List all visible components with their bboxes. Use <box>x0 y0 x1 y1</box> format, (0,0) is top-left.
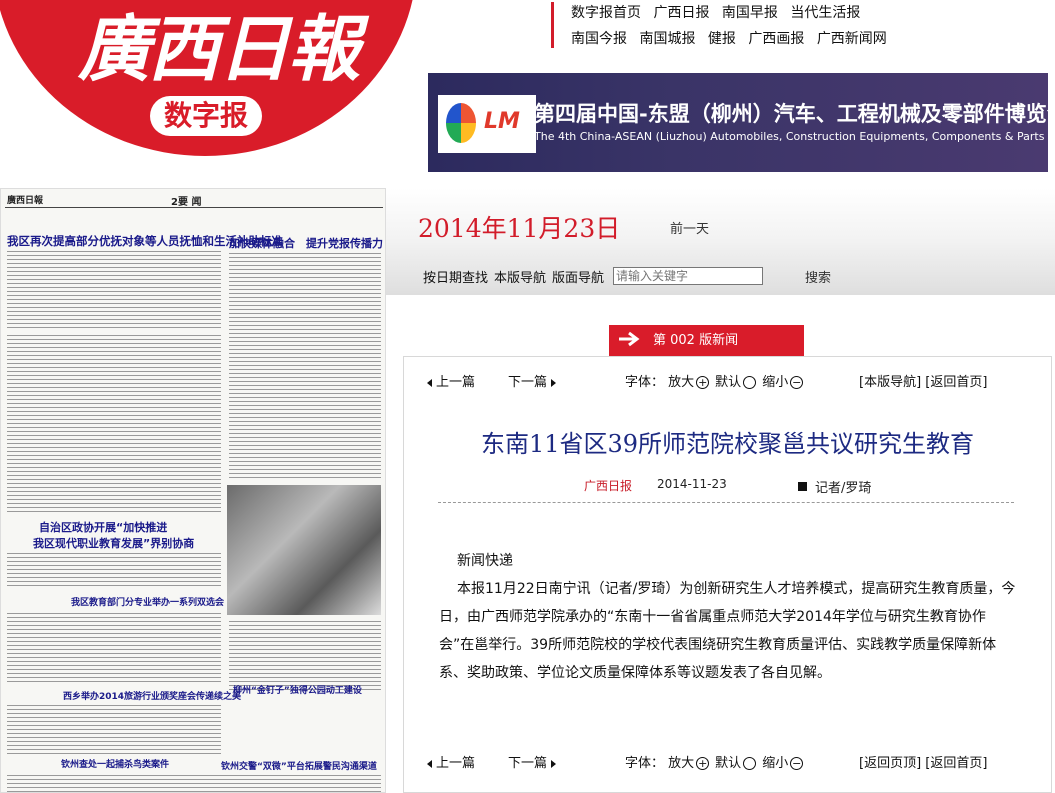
keyword-search-input[interactable] <box>613 267 763 285</box>
thumb-text-block <box>229 253 381 479</box>
font-smaller-label: 缩小 <box>762 375 789 390</box>
article-date: 2014-11-23 <box>657 477 727 491</box>
issue-date: 2014年11月23日 <box>418 214 621 243</box>
top-links-row-2: 南国今报 南国城报 健报 广西画报 广西新闻网 <box>571 26 1041 52</box>
font-default-radio[interactable] <box>743 376 757 389</box>
font-size-controls: 字体： 放大 + 默认 缩小 − <box>625 752 809 771</box>
font-default-label: 默认 <box>715 756 742 771</box>
page-top-return-links[interactable]: [返回页顶] [返回首页] <box>859 752 987 771</box>
font-size-controls: 字体： 放大 + 默认 缩小 − <box>625 371 809 390</box>
thumb-headline[interactable]: 钦州交警“双微”平台拓展警民沟通渠道 <box>221 759 377 772</box>
arrow-right-icon <box>619 331 640 347</box>
link-nanguo-morning[interactable]: 南国早报 <box>722 5 778 21</box>
font-smaller-label: 缩小 <box>762 756 789 771</box>
expo-banner[interactable]: LM 第四届中国-东盟（柳州）汽车、工程机械及零部件博览会 The 4th Ch… <box>428 73 1048 172</box>
section-label: 第 002 版新闻 <box>653 333 739 348</box>
article-author: 记者/罗琦 <box>798 477 871 496</box>
search-button[interactable]: 搜索 <box>805 267 831 286</box>
expo-logo-text: LM <box>484 109 520 134</box>
article-kicker: 新闻快递 <box>457 553 513 569</box>
page-nav-return-links[interactable]: [本版导航] [返回首页] <box>859 371 987 390</box>
square-bullet-icon <box>798 482 807 491</box>
triangle-right-icon <box>551 759 557 768</box>
link-nanguo-city[interactable]: 南国城报 <box>639 31 695 47</box>
font-smaller-radio[interactable]: − <box>790 757 804 770</box>
link-health-news[interactable]: 健报 <box>708 31 736 47</box>
article-title: 东南11省区39所师范院校聚邕共议研究生教育 <box>480 430 975 458</box>
thumb-headline[interactable]: 钦州查处一起捕杀鸟类案件 <box>61 757 169 770</box>
expo-emblem-icon <box>446 103 476 143</box>
search-by-date-link[interactable]: 按日期查找 <box>423 271 488 286</box>
font-smaller-radio[interactable]: − <box>790 376 804 389</box>
prev-article-link[interactable]: 上一篇 <box>427 371 475 390</box>
thumb-page-number: 2要 闻 <box>171 197 202 208</box>
top-links-row-1: 数字报首页 广西日报 南国早报 当代生活报 <box>571 0 1041 26</box>
font-default-label: 默认 <box>715 375 742 390</box>
font-bigger-label: 放大 <box>668 756 695 771</box>
next-article-link[interactable]: 下一篇 <box>508 371 557 390</box>
thumb-rule <box>5 207 383 208</box>
next-article-link[interactable]: 下一篇 <box>508 752 557 771</box>
logo-title: 廣西日報 <box>78 6 360 91</box>
thumb-text-block <box>7 335 221 513</box>
nav-links: 按日期查找 本版导航 版面导航 <box>423 267 610 286</box>
logo-subtitle: 数字报 <box>150 96 262 136</box>
article-body: 新闻快递 本报11月22日南宁讯（记者/罗琦）为创新研究生人才培养模式，提高研究… <box>439 547 1019 687</box>
thumb-headline[interactable]: 西乡举办2014旅游行业颁奖座会传递续之美 <box>63 689 241 702</box>
section-tab: 第 002 版新闻 <box>609 325 804 356</box>
triangle-left-icon <box>427 378 432 387</box>
banner-title-cn: 第四届中国-东盟（柳州）汽车、工程机械及零部件博览会 <box>534 102 1048 126</box>
thumb-headline[interactable]: 我区现代职业教育发展”界别协商 <box>33 535 194 551</box>
thumb-text-block <box>7 553 221 589</box>
top-links: 数字报首页 广西日报 南国早报 当代生活报 南国今报 南国城报 健报 广西画报 … <box>571 0 1041 52</box>
section-nav-link[interactable]: 版面导航 <box>552 271 604 286</box>
article-toolbar-bottom: 上一篇 下一篇 字体： 放大 + 默认 缩小 − [返回页顶] [返回首页] <box>427 752 1047 772</box>
font-bigger-radio[interactable]: + <box>696 376 710 389</box>
link-guangxi-pictorial[interactable]: 广西画报 <box>748 31 804 47</box>
previous-day-link[interactable]: 前一天 <box>670 218 709 237</box>
font-bigger-label: 放大 <box>668 375 695 390</box>
triangle-left-icon <box>427 759 432 768</box>
top-links-divider <box>551 2 554 48</box>
site-logo[interactable]: 廣西日報 数字报 <box>0 0 420 172</box>
dashed-divider <box>438 502 1014 503</box>
font-size-label: 字体： <box>625 756 665 771</box>
thumb-text-block <box>7 613 221 683</box>
thumb-masthead: 廣西日報 <box>7 196 44 206</box>
page-nav-link[interactable]: 本版导航 <box>494 271 546 286</box>
article-source: 广西日报 <box>584 479 633 493</box>
link-gxnews[interactable]: 广西新闻网 <box>817 31 887 47</box>
page-thumbnail[interactable]: 2要 闻 廣西日報 我区再次提高部分优抚对象等人员抚恤和生活补助标准 加快媒体融… <box>0 188 386 793</box>
thumb-text-block <box>7 705 221 755</box>
expo-logo: LM <box>438 95 536 153</box>
thumb-headline[interactable]: 自治区政协开展“加快推进 <box>39 519 167 535</box>
banner-title-en: The 4th China-ASEAN (Liuzhou) Automobile… <box>534 130 1048 143</box>
article-toolbar-top: 上一篇 下一篇 字体： 放大 + 默认 缩小 − [本版导航] [返回首页] <box>427 371 1047 391</box>
prev-article-link[interactable]: 上一篇 <box>427 752 475 771</box>
font-size-label: 字体： <box>625 375 665 390</box>
link-contemporary-life[interactable]: 当代生活报 <box>790 5 860 21</box>
font-default-radio[interactable] <box>743 757 757 770</box>
article-paragraph: 本报11月22日南宁讯（记者/罗琦）为创新研究生人才培养模式，提高研究生教育质量… <box>439 581 1016 681</box>
font-bigger-radio[interactable]: + <box>696 757 710 770</box>
link-nanguo-today[interactable]: 南国今报 <box>571 31 627 47</box>
triangle-right-icon <box>551 378 557 387</box>
link-guangxi-daily[interactable]: 广西日报 <box>653 5 709 21</box>
thumb-headline[interactable]: 加快媒体融合 提升党报传播力 <box>229 235 383 251</box>
link-digital-home[interactable]: 数字报首页 <box>571 5 641 21</box>
thumb-text-block <box>7 775 381 792</box>
thumb-headline[interactable]: 柳州“金钉子”独得公园动工建设 <box>233 683 362 696</box>
thumb-headline[interactable]: 我区教育部门分专业举办一系列双选会 <box>71 595 224 608</box>
thumb-photo <box>227 485 381 615</box>
thumb-text-block <box>229 621 381 691</box>
thumb-text-block <box>7 251 221 331</box>
